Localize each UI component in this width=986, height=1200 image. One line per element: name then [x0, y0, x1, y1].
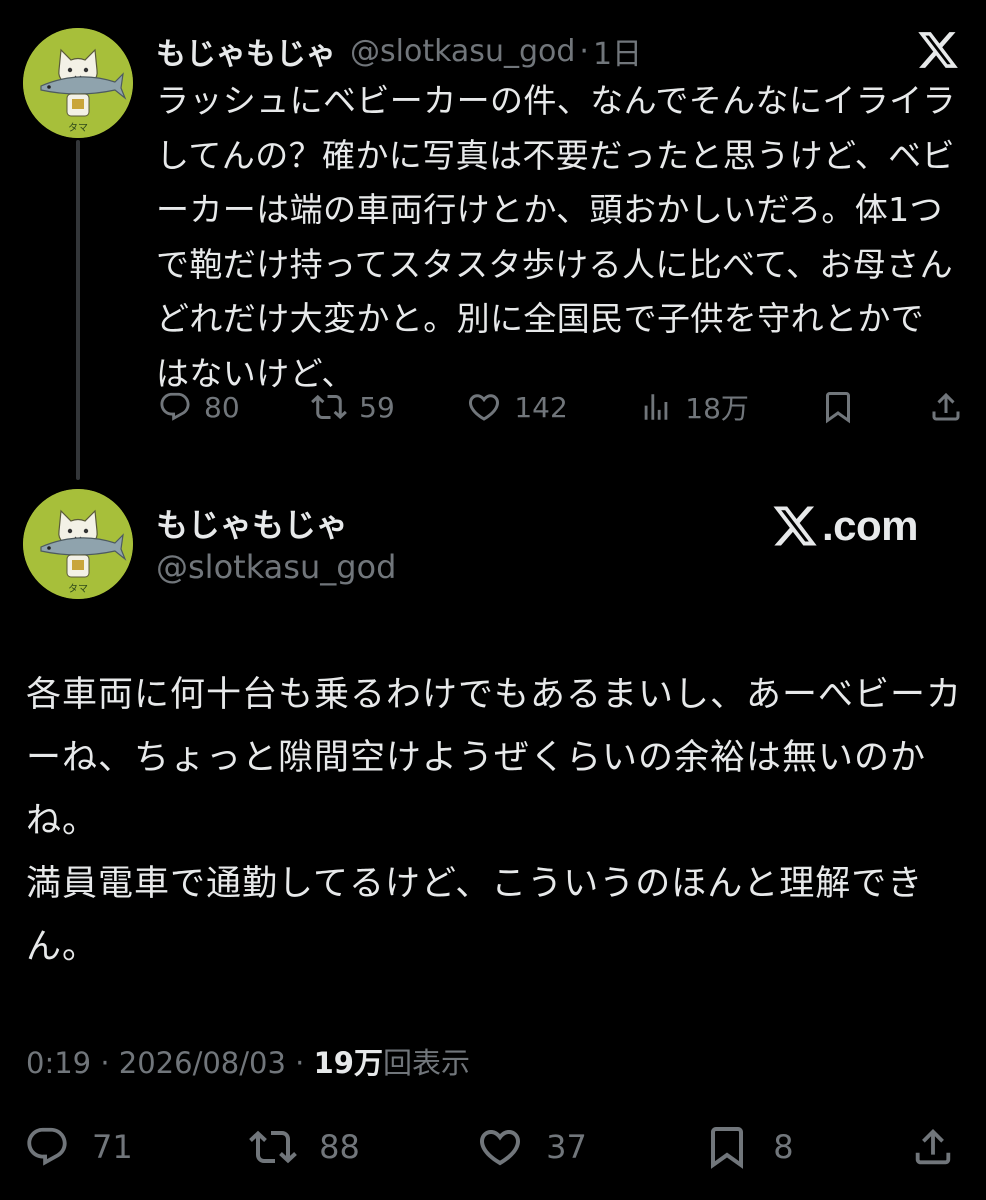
- author-name[interactable]: もじゃもじゃ: [156, 29, 336, 73]
- x-logo-icon: [918, 32, 958, 68]
- reply-button[interactable]: 80: [158, 390, 240, 424]
- bookmark-icon: [826, 392, 851, 424]
- repost-icon: [249, 1130, 297, 1164]
- x-com-text: .com: [822, 502, 919, 549]
- main-tweet-text-line: 満員電車で通勤してるけど、こういうのほんと理解できん。: [26, 864, 924, 967]
- main-tweet-text-line: 各車両に何十台も乗るわけでもあるまいし、あーべビーカーね、ちょっと隙間空けようぜ…: [26, 675, 963, 841]
- repost-button[interactable]: 59: [311, 389, 395, 425]
- avatar-cat-image: タマ: [23, 489, 133, 599]
- share-icon: [915, 1128, 951, 1165]
- bookmark-button[interactable]: 8: [703, 1123, 794, 1171]
- reply-button[interactable]: 71: [24, 1124, 133, 1170]
- tweet-metadata: 0:19 · 2026/08/03 · 19万回表示: [26, 1040, 470, 1082]
- views-button[interactable]: 18万: [639, 387, 749, 427]
- x-com-brand: .com: [770, 500, 919, 552]
- thread-tweet-text: ラッシュにベビーカーの件、なんでそんなにイライラしてんの？確かに写真は不要だった…: [156, 81, 956, 393]
- like-button[interactable]: 142: [466, 389, 568, 425]
- main-tweet-text: 各車両に何十台も乗るわけでもあるまいし、あーべビーカーね、ちょっと隙間空けようぜ…: [26, 664, 966, 979]
- main-author-name[interactable]: もじゃもじゃ: [156, 500, 348, 546]
- views-count: 18万: [685, 392, 749, 425]
- svg-text:タマ: タマ: [68, 122, 88, 134]
- tweet-time[interactable]: 1日: [593, 29, 642, 73]
- like-count: 142: [514, 390, 568, 424]
- bookmark-button[interactable]: [820, 389, 856, 425]
- main-author-handle[interactable]: @slotkasu_god: [156, 548, 396, 586]
- share-button[interactable]: [910, 1124, 956, 1170]
- reply-icon: [27, 1127, 67, 1166]
- share-button[interactable]: [928, 389, 964, 425]
- author-handle[interactable]: @slotkasu_god: [350, 34, 575, 69]
- thread-tweet-header: もじゃもじゃ @slotkasu_god · 1日: [156, 26, 642, 76]
- like-button[interactable]: 37: [476, 1123, 587, 1171]
- avatar[interactable]: タマ: [23, 28, 133, 138]
- thread-tweet-actions: 80 59 142 18万: [158, 383, 964, 431]
- share-icon: [932, 392, 960, 421]
- repost-icon: [311, 394, 348, 420]
- like-icon: [469, 394, 500, 421]
- views-icon: [644, 394, 668, 420]
- bookmark-count: 8: [773, 1128, 794, 1166]
- thread-connector-line: [76, 140, 80, 480]
- views-label: 回表示: [382, 1046, 470, 1080]
- separator-dot: ·: [579, 33, 589, 69]
- repost-button[interactable]: 88: [249, 1123, 360, 1171]
- tweet-date[interactable]: 2026/08/03: [119, 1046, 286, 1080]
- tweet-time[interactable]: 0:19: [26, 1046, 91, 1080]
- like-count: 37: [546, 1128, 587, 1166]
- separator-dot: ·: [295, 1046, 314, 1080]
- svg-text:タマ: タマ: [68, 583, 88, 595]
- separator-dot: ·: [100, 1046, 119, 1080]
- x-logo-icon: [773, 506, 817, 546]
- reply-count: 71: [92, 1128, 133, 1166]
- views-count: 19万: [313, 1046, 383, 1080]
- reply-count: 80: [204, 390, 240, 424]
- repost-count: 88: [319, 1128, 360, 1166]
- main-tweet-actions: 71 88 37 8: [24, 1120, 956, 1174]
- like-icon: [480, 1130, 521, 1166]
- avatar-cat-image: タマ: [23, 28, 133, 138]
- reply-icon: [160, 392, 190, 421]
- bookmark-icon: [711, 1127, 744, 1169]
- repost-count: 59: [359, 390, 395, 424]
- main-tweet-avatar[interactable]: タマ: [23, 489, 133, 599]
